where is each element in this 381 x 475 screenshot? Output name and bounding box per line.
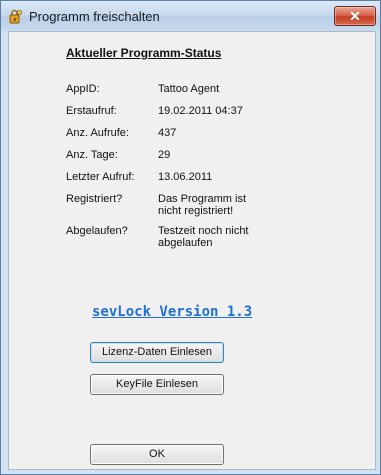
close-icon: ✕ bbox=[349, 8, 361, 24]
registered-label: Registriert? bbox=[66, 193, 123, 205]
read-license-button[interactable]: Lizenz-Daten Einlesen bbox=[90, 342, 224, 363]
window-title: Programm freischalten bbox=[29, 9, 160, 24]
key-lock-icon bbox=[9, 9, 22, 24]
call-count-label: Anz. Aufrufe: bbox=[66, 127, 129, 139]
expired-value: Testzeit noch nicht abgelaufen bbox=[158, 225, 249, 249]
appid-label: AppID: bbox=[66, 83, 100, 95]
product-version-link[interactable]: sevLock Version 1.3 bbox=[92, 304, 252, 320]
last-call-value: 13.06.2011 bbox=[158, 171, 213, 183]
first-call-value: 19.02.2011 04:37 bbox=[158, 105, 243, 117]
day-count-value: 29 bbox=[158, 149, 171, 161]
call-count-value: 437 bbox=[158, 127, 177, 139]
title-bar[interactable]: Programm freischalten ✕ bbox=[1, 1, 380, 31]
status-heading: Aktueller Programm-Status bbox=[66, 46, 222, 60]
read-keyfile-button[interactable]: KeyFile Einlesen bbox=[90, 374, 224, 395]
dialog-content: Aktueller Programm-Status AppID: Tattoo … bbox=[8, 31, 376, 470]
first-call-label: Erstaufruf: bbox=[66, 105, 117, 117]
appid-value: Tattoo Agent bbox=[158, 83, 220, 95]
registered-value: Das Programm ist nicht registriert! bbox=[158, 193, 247, 217]
expired-label: Abgelaufen? bbox=[66, 225, 128, 237]
dialog-window: Programm freischalten ✕ Aktueller Progra… bbox=[0, 0, 381, 475]
close-button[interactable]: ✕ bbox=[334, 6, 376, 26]
ok-button[interactable]: OK bbox=[90, 444, 224, 465]
day-count-label: Anz. Tage: bbox=[66, 149, 118, 161]
last-call-label: Letzter Aufruf: bbox=[66, 171, 135, 183]
